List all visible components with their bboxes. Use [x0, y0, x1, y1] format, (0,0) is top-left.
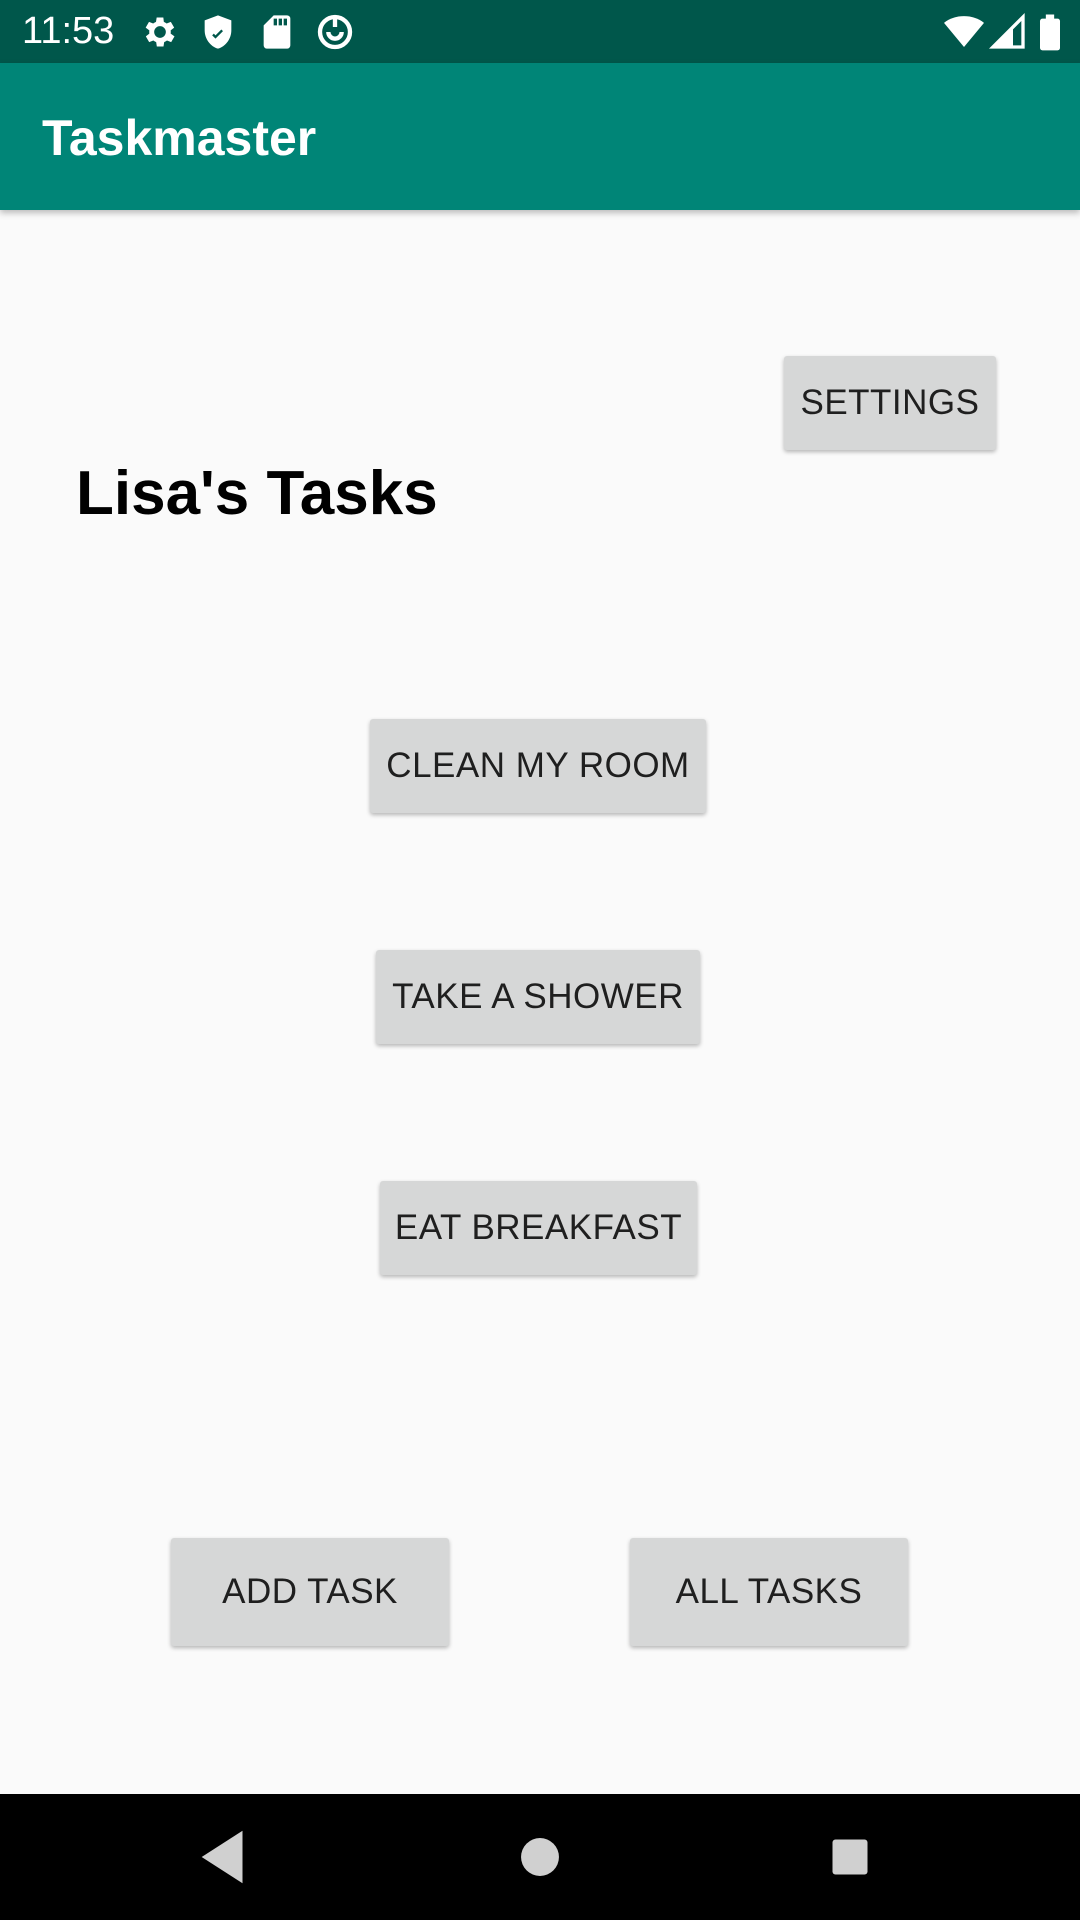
app-bar: Taskmaster	[0, 63, 1080, 210]
add-task-button[interactable]: ADD TASK	[171, 1538, 449, 1646]
settings-button[interactable]: SETTINGS	[784, 356, 996, 450]
shield-icon	[198, 12, 238, 52]
battery-icon	[1030, 12, 1070, 52]
wifi-icon	[944, 12, 984, 52]
home-icon[interactable]	[505, 1822, 575, 1892]
recents-icon[interactable]	[815, 1822, 885, 1892]
task-button-eat-breakfast[interactable]: EAT BREAKFAST	[380, 1181, 697, 1275]
task-button-take-a-shower[interactable]: TAKE A SHOWER	[376, 950, 700, 1044]
back-icon[interactable]	[190, 1822, 260, 1892]
all-tasks-button[interactable]: ALL TASKS	[630, 1538, 908, 1646]
status-bar: 11:53	[0, 0, 1080, 63]
gear-icon	[140, 12, 180, 52]
screen: 11:53 Taskmaster SETTINGS Lisa's Tasks C…	[0, 0, 1080, 1920]
data-saver-icon	[315, 12, 355, 52]
app-title: Taskmaster	[42, 110, 317, 166]
sd-card-icon	[257, 12, 297, 52]
signal-icon	[988, 12, 1028, 52]
task-button-clean-my-room[interactable]: CLEAN MY ROOM	[370, 719, 706, 813]
navigation-bar	[0, 1794, 1080, 1920]
page-heading: Lisa's Tasks	[76, 459, 438, 528]
status-time: 11:53	[22, 10, 115, 52]
